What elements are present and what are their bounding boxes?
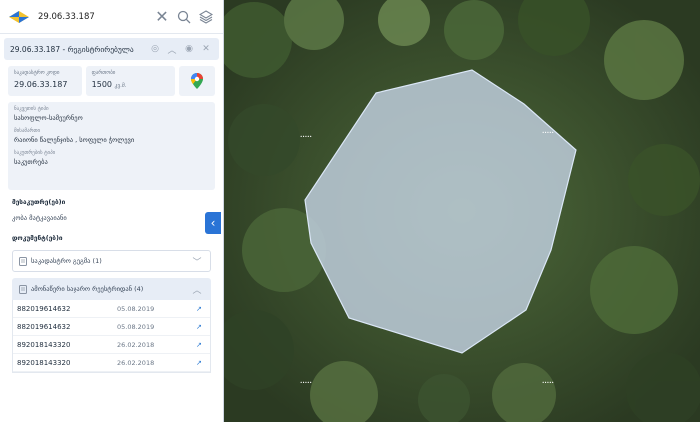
- external-link-icon[interactable]: ↗: [196, 341, 206, 349]
- extract-date: 05.08.2019: [117, 304, 155, 313]
- parcel-card-header: 29.06.33.187 - რეგისტრირებულა ◎ ︿ ◉ ✕: [4, 38, 219, 60]
- external-link-icon[interactable]: ↗: [196, 359, 206, 367]
- external-link-icon[interactable]: ↗: [196, 305, 206, 313]
- key-fields: საკადასტრო კოდი 29.06.33.187 ფართობი 150…: [8, 66, 215, 96]
- map-label: •••••: [542, 380, 554, 385]
- search-input[interactable]: 29.06.33.187: [38, 12, 149, 22]
- extract-date: 26.02.2018: [117, 340, 155, 349]
- chevron-left-icon: ‹: [210, 216, 216, 230]
- collapse-panel-button[interactable]: ‹: [205, 212, 221, 234]
- owner-name: კობა მატკავაიანი: [12, 214, 67, 222]
- satellite-map[interactable]: ••••• ••••• ••••• •••••: [224, 0, 700, 422]
- area-box: ფართობი 1500 კვ.მ.: [85, 66, 176, 96]
- palette-icon[interactable]: ◎: [148, 42, 162, 56]
- owners-heading: მესაკუთრე(ებ)ი: [12, 198, 66, 206]
- close-icon[interactable]: ✕: [199, 42, 213, 56]
- parcel-title: 29.06.33.187 - რეგისტრირებულა: [10, 44, 134, 54]
- google-maps-icon: [191, 73, 204, 89]
- cadastral-code-value: 29.06.33.187: [14, 80, 68, 89]
- chevron-down-icon: ﹀: [192, 257, 202, 268]
- map-label: •••••: [542, 130, 554, 135]
- eye-icon[interactable]: ◉: [182, 42, 196, 56]
- extract-number: 882019614632: [17, 304, 71, 313]
- extract-date: 05.08.2019: [117, 322, 155, 331]
- area-unit: კვ.მ.: [114, 83, 127, 89]
- document-icon: [19, 256, 27, 266]
- chevron-up-icon: ︿: [192, 285, 202, 296]
- clear-icon[interactable]: ✕: [153, 7, 171, 26]
- cadastral-maps-label: საკადასტრო გეგმა (1): [31, 257, 102, 265]
- list-item[interactable]: 892018143320 26.02.2018 ↗: [13, 336, 210, 354]
- map-label: •••••: [300, 380, 312, 385]
- detail-item: მისამართი რაიონი წალენჯიხა , სოფელი ჭოლე…: [14, 128, 135, 144]
- extract-number: 892018143320: [17, 340, 71, 349]
- list-item[interactable]: 892018143320 26.02.2018 ↗: [13, 354, 210, 372]
- extracts-list: 882019614632 05.08.2019 ↗ 882019614632 0…: [12, 300, 211, 373]
- chevron-up-icon[interactable]: ︿: [165, 42, 179, 56]
- extracts-label: ამონაწერი საჯარო რეესტრიდან (4): [31, 285, 144, 293]
- area-value: 1500: [91, 80, 112, 89]
- documents-heading: დოკუმენტ(ებ)ი: [12, 234, 63, 242]
- cadastral-code-label: საკადასტრო კოდი: [14, 70, 60, 76]
- extract-number: 892018143320: [17, 358, 71, 367]
- cadastral-code-box: საკადასტრო კოდი 29.06.33.187: [8, 66, 82, 96]
- external-link-icon[interactable]: ↗: [196, 323, 206, 331]
- map-label: •••••: [300, 134, 312, 139]
- search-icon[interactable]: [175, 8, 193, 26]
- search-bar: 29.06.33.187 ✕: [0, 0, 223, 34]
- list-item[interactable]: 882019614632 05.08.2019 ↗: [13, 300, 210, 318]
- extract-date: 26.02.2018: [117, 358, 155, 367]
- google-maps-button[interactable]: [179, 66, 215, 96]
- parcel-details: ნაკვეთის ტიპი სასოფლო-სამეურნეო მისამართ…: [8, 102, 215, 190]
- extracts-accordion[interactable]: ამონაწერი საჯარო რეესტრიდან (4) ︿: [12, 278, 211, 300]
- map-canvas[interactable]: ••••• ••••• ••••• •••••: [224, 0, 700, 422]
- logo-icon: [9, 10, 29, 23]
- cadastral-maps-accordion[interactable]: საკადასტრო გეგმა (1) ﹀: [12, 250, 211, 272]
- extract-number: 882019614632: [17, 322, 71, 331]
- detail-item: ნაკვეთის ტიპი სასოფლო-სამეურნეო: [14, 106, 83, 122]
- list-item[interactable]: 882019614632 05.08.2019 ↗: [13, 318, 210, 336]
- detail-item: საკუთრების ტიპი საკუთრება: [14, 150, 56, 166]
- side-panel: 29.06.33.187 ✕ 29.06.33.187 - რეგისტრირე…: [0, 0, 224, 422]
- layers-icon[interactable]: [197, 8, 215, 26]
- document-icon: [19, 284, 27, 294]
- area-label: ფართობი: [91, 70, 116, 76]
